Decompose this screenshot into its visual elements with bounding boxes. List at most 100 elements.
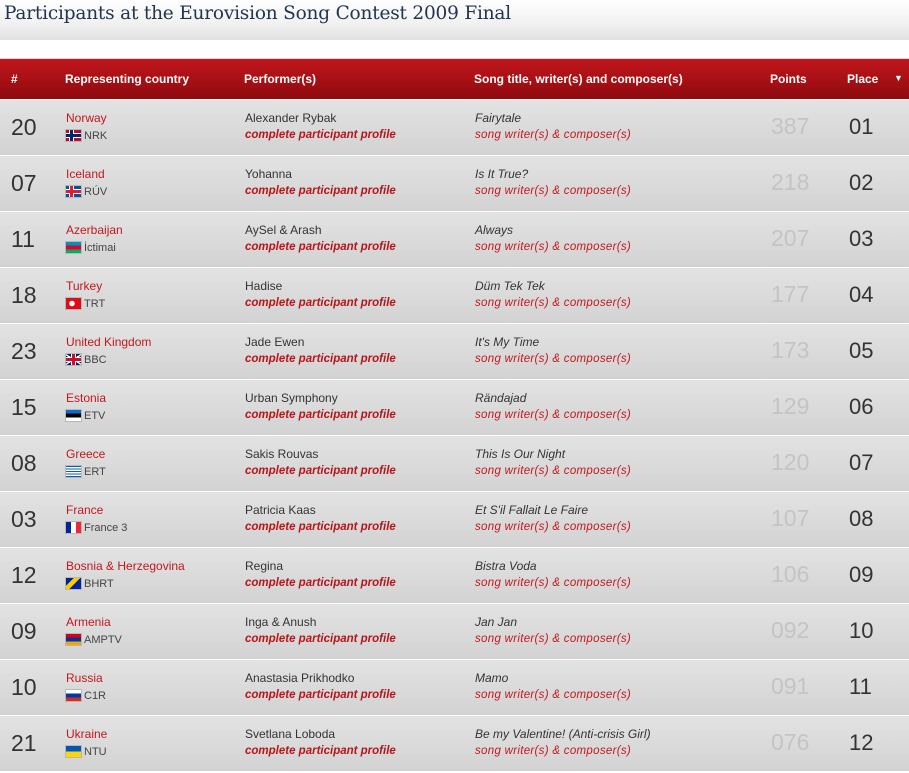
broadcaster-line: ERT: [66, 465, 106, 478]
sort-down-icon[interactable]: ▼: [894, 73, 903, 83]
points-value: 218: [771, 169, 810, 195]
header-performer[interactable]: Performer(s): [244, 72, 316, 86]
broadcaster-name: ERT: [84, 465, 106, 478]
participant-profile-link[interactable]: complete participant profile: [245, 465, 396, 477]
participant-profile-link[interactable]: complete participant profile: [245, 745, 396, 757]
broadcaster-line: RÚV: [66, 185, 107, 198]
header-num[interactable]: #: [11, 72, 18, 86]
title-bar: Participants at the Eurovision Song Cont…: [0, 0, 909, 40]
writers-composers-link[interactable]: song writer(s) & composer(s): [475, 521, 631, 533]
table-row: 20 Norway NRK Alexander Rybak complete parti…: [0, 99, 909, 155]
broadcaster-line: TRT: [66, 297, 105, 310]
running-order-number: 18: [11, 282, 37, 308]
flag-armenia-icon: [66, 634, 81, 645]
country-link[interactable]: Ukraine: [66, 727, 107, 741]
country-link[interactable]: Turkey: [66, 279, 102, 293]
performer-name: Svetlana Loboda: [245, 727, 336, 741]
flag-estonia-icon: [66, 410, 81, 421]
writers-composers-link[interactable]: song writer(s) & composer(s): [475, 465, 631, 477]
country-link[interactable]: Russia: [66, 671, 103, 685]
place-value: 09: [849, 562, 874, 587]
country-link[interactable]: Armenia: [66, 615, 111, 629]
performer-name: Patricia Kaas: [245, 503, 316, 517]
broadcaster-line: France 3: [66, 521, 127, 534]
participant-profile-link[interactable]: complete participant profile: [245, 409, 396, 421]
performer-name: Jade Ewen: [245, 335, 305, 349]
writers-composers-link[interactable]: song writer(s) & composer(s): [475, 633, 631, 645]
performer-name: Hadise: [245, 279, 283, 293]
country-link[interactable]: United Kingdom: [66, 335, 151, 349]
table-header: # Representing country Performer(s) Song…: [0, 58, 909, 99]
writers-composers-link[interactable]: song writer(s) & composer(s): [475, 185, 631, 197]
table-row: 23 United Kingdom BBC Jade Ewen complete par…: [0, 323, 909, 379]
song-title: Et S'il Fallait Le Faire: [475, 503, 588, 517]
table-row: 21 Ukraine NTU Svetlana Loboda complete part…: [0, 715, 909, 771]
points-value: 173: [771, 337, 810, 363]
participant-profile-link[interactable]: complete participant profile: [245, 689, 396, 701]
running-order-number: 03: [11, 506, 37, 532]
participant-profile-link[interactable]: complete participant profile: [245, 297, 396, 309]
song-title: Fairytale: [475, 111, 522, 125]
participant-profile-link[interactable]: complete participant profile: [245, 129, 396, 141]
participant-profile-link[interactable]: complete participant profile: [245, 185, 396, 197]
song-title: It's My Time: [475, 335, 540, 349]
broadcaster-name: İctimai: [84, 241, 116, 254]
country-link[interactable]: Bosnia & Herzegovina: [66, 559, 185, 573]
performer-name: Inga & Anush: [245, 615, 317, 629]
place-value: 05: [849, 338, 874, 363]
broadcaster-name: BHRT: [84, 577, 114, 590]
song-title: Mamo: [475, 671, 509, 685]
writers-composers-link[interactable]: song writer(s) & composer(s): [475, 409, 631, 421]
country-link[interactable]: Azerbaijan: [66, 223, 123, 237]
writers-composers-link[interactable]: song writer(s) & composer(s): [475, 689, 631, 701]
song-title: Bistra Voda: [475, 559, 537, 573]
performer-name: Anastasia Prikhodko: [245, 671, 355, 685]
broadcaster-line: C1R: [66, 689, 106, 702]
country-link[interactable]: France: [66, 503, 103, 517]
table-row: 03 France France 3 Patricia Kaas complete pa…: [0, 491, 909, 547]
song-title: Always: [475, 223, 514, 237]
running-order-number: 12: [11, 562, 37, 588]
country-link[interactable]: Norway: [66, 111, 107, 125]
place-value: 08: [849, 506, 874, 531]
header-points[interactable]: Points: [770, 72, 807, 86]
place-value: 12: [849, 730, 874, 755]
table-row: 18 Turkey TRT Hadise complete participant pr…: [0, 267, 909, 323]
header-song[interactable]: Song title, writer(s) and composer(s): [474, 72, 683, 86]
performer-name: Regina: [245, 559, 284, 573]
flag-uk-icon: [66, 354, 81, 365]
header-country[interactable]: Representing country: [65, 72, 189, 86]
broadcaster-name: TRT: [84, 297, 106, 310]
song-title: This Is Our Night: [475, 447, 566, 461]
points-value: 092: [771, 617, 810, 643]
broadcaster-name: AMPTV: [84, 633, 122, 646]
points-value: 107: [771, 505, 810, 531]
writers-composers-link[interactable]: song writer(s) & composer(s): [475, 129, 631, 141]
country-link[interactable]: Greece: [66, 447, 105, 461]
participant-profile-link[interactable]: complete participant profile: [245, 577, 396, 589]
writers-composers-link[interactable]: song writer(s) & composer(s): [475, 353, 631, 365]
country-link[interactable]: Iceland: [66, 167, 105, 181]
performer-name: Yohanna: [245, 167, 292, 181]
participants-table: # Representing country Performer(s) Song…: [0, 58, 909, 771]
song-title: Düm Tek Tek: [475, 279, 545, 293]
country-link[interactable]: Estonia: [66, 391, 106, 405]
participant-profile-link[interactable]: complete participant profile: [245, 633, 396, 645]
participant-profile-link[interactable]: complete participant profile: [245, 241, 396, 253]
participant-profile-link[interactable]: complete participant profile: [245, 353, 396, 365]
writers-composers-link[interactable]: song writer(s) & composer(s): [475, 241, 631, 253]
writers-composers-link[interactable]: song writer(s) & composer(s): [475, 577, 631, 589]
writers-composers-link[interactable]: song writer(s) & composer(s): [475, 745, 631, 757]
broadcaster-name: ETV: [84, 409, 106, 422]
broadcaster-name: C1R: [84, 689, 107, 702]
writers-composers-link[interactable]: song writer(s) & composer(s): [475, 297, 631, 309]
broadcaster-name: France 3: [84, 521, 128, 534]
table-row: 09 Armenia AMPTV Inga & Anush complete parti…: [0, 603, 909, 659]
header-place[interactable]: Place: [847, 72, 878, 86]
participant-profile-link[interactable]: complete participant profile: [245, 521, 396, 533]
table-row: 10 Russia C1R Anastasia Prikhodko complete p…: [0, 659, 909, 715]
points-value: 120: [771, 449, 810, 475]
flag-france-icon: [66, 522, 81, 533]
page-title: Participants at the Eurovision Song Cont…: [4, 3, 511, 24]
table-row: 08 Greece ERT Sakis Rouvas complete particip…: [0, 435, 909, 491]
